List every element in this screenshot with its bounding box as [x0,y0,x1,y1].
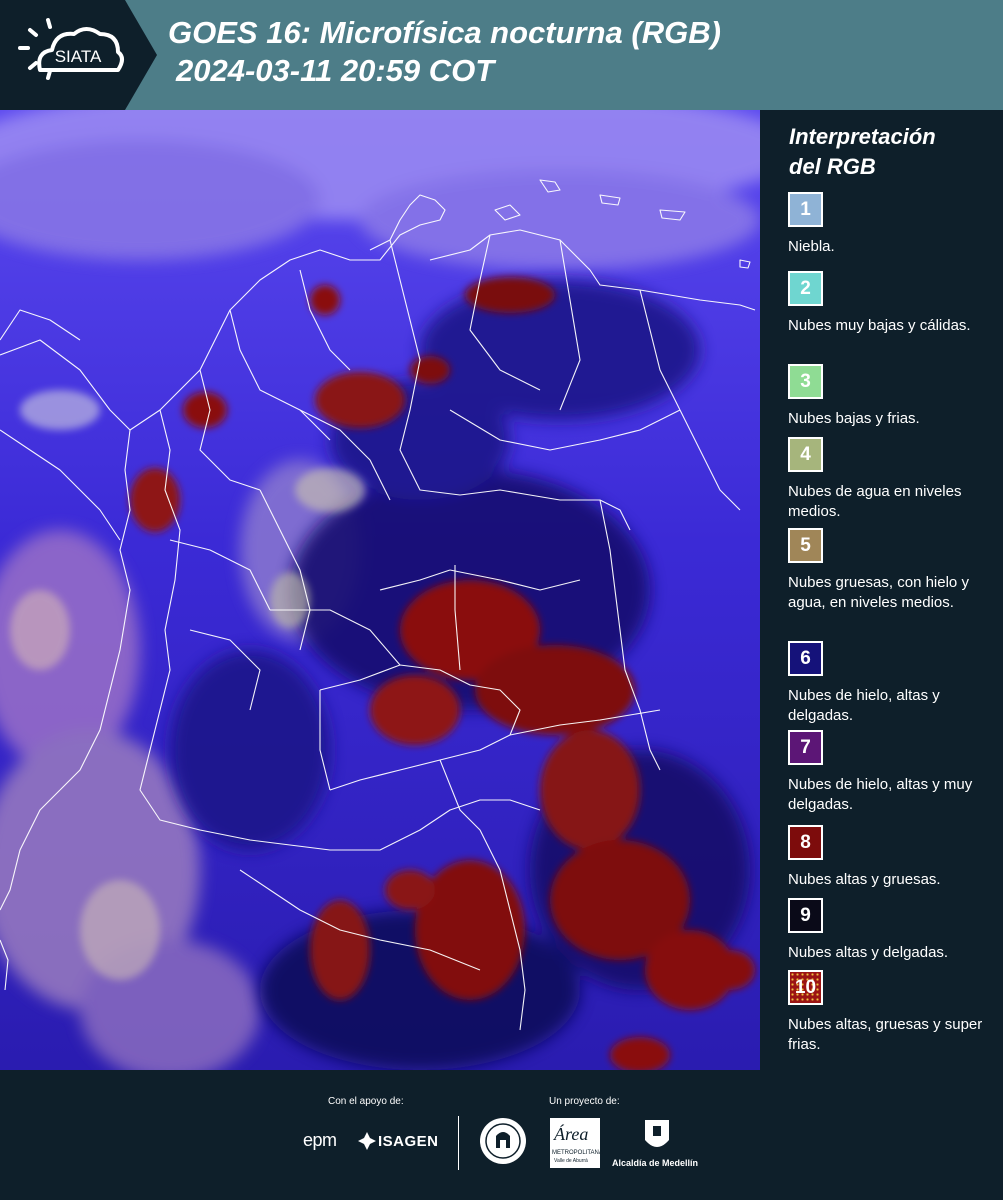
alcaldia-label: Alcaldía de Medellín [612,1158,699,1168]
support-caption: Con el apoyo de: [328,1096,404,1107]
legend-swatch: 1 [788,192,823,227]
legend-item-8: 8 Nubes altas y gruesas. [788,825,998,890]
legend-item-7: 7 Nubes de hielo, altas y muy delgadas. [788,730,998,815]
area-metropolitana-logo: Área METROPOLITANA Valle de Aburrá [550,1118,603,1168]
legend-item-1: 1 Niebla. [788,192,998,257]
header: SIATA GOES 16: Microfísica nocturna (RGB… [0,0,1003,110]
legend-label: Nubes de hielo, altas y delgadas. [788,687,940,724]
legend-panel: Interpretación del RGB 1 Niebla. 2 Nubes… [760,110,1003,1070]
legend-label: Nubes altas y gruesas. [788,871,941,888]
epm-logo: epm [303,1130,337,1150]
legend-item-2: 2 Nubes muy bajas y cálidas. [788,271,998,336]
legend-item-6: 6 Nubes de hielo, altas y delgadas. [788,641,998,726]
legend-title-line2: del RGB [789,154,876,179]
area-subtitle-2: Valle de Aburrá [554,1158,588,1164]
legend-swatch: 10 [788,970,823,1005]
legend-label: Nubes muy bajas y cálidas. [788,317,971,334]
area-wordmark: Área [554,1124,589,1144]
legend-label: Nubes altas y delgadas. [788,944,949,961]
legend-swatch: 6 [788,641,823,676]
medellin-shield-icon [643,1118,671,1154]
legend-swatch: 4 [788,437,823,472]
legend-label: Nubes gruesas, con hielo y agua, en nive… [788,574,969,611]
legend-title: Interpretación del RGB [789,122,989,182]
seal-logo [478,1116,528,1166]
legend-label: Nubes bajas y frias. [788,410,920,427]
siata-logo: SIATA [0,0,157,110]
legend-swatch: 2 [788,271,823,306]
legend-label: Nubes altas, gruesas y super frias. [788,1016,983,1053]
legend-title-line1: Interpretación [789,124,936,149]
legend-item-3: 3 Nubes bajas y frias. [788,364,998,429]
legend-item-4: 4 Nubes de agua en niveles medios. [788,437,998,522]
legend-label: Nubes de agua en niveles medios. [788,483,962,520]
page-title: GOES 16: Microfísica nocturna (RGB) 2024… [168,14,721,90]
legend-swatch: 9 [788,898,823,933]
legend-item-9: 9 Nubes altas y delgadas. [788,898,998,963]
project-caption: Un proyecto de: [549,1096,620,1107]
legend-swatch: 7 [788,730,823,765]
area-subtitle: METROPOLITANA [552,1150,603,1156]
siata-wordmark: SIATA [55,47,102,66]
isagen-icon [358,1132,376,1150]
legend-label: Niebla. [788,238,835,255]
legend-swatch: 5 [788,528,823,563]
legend-item-10: 10 Nubes altas, gruesas y super frias. [788,970,998,1055]
timestamp: 2024-03-11 20:59 COT [176,53,495,88]
legend-label: Nubes de hielo, altas y muy delgadas. [788,776,973,813]
legend-item-5: 5 Nubes gruesas, con hielo y agua, en ni… [788,528,998,613]
legend-swatch: 3 [788,364,823,399]
footer: Con el apoyo de: Un proyecto de: epm ISA… [0,1070,1003,1200]
isagen-logo: ISAGEN [378,1133,439,1150]
legend-swatch: 8 [788,825,823,860]
divider [458,1116,459,1170]
title-text: GOES 16: Microfísica nocturna (RGB) [168,15,721,50]
satellite-map [0,110,760,1070]
